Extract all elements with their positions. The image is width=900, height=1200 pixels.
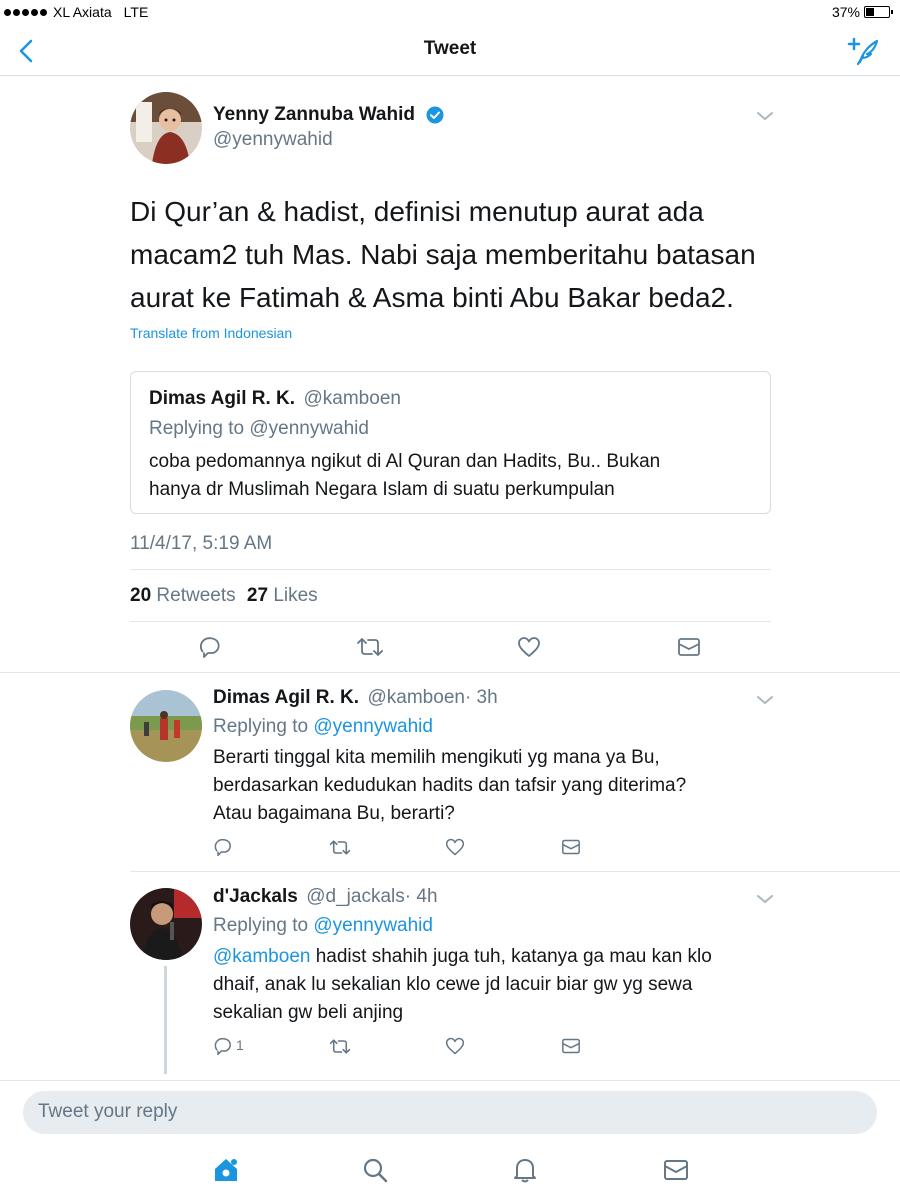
- like-heart-icon[interactable]: [445, 1036, 465, 1056]
- avatar[interactable]: [130, 888, 202, 960]
- search-icon[interactable]: [362, 1157, 388, 1183]
- like-heart-icon[interactable]: [445, 837, 465, 857]
- replying-to: Replying to @yennywahid: [213, 915, 433, 937]
- reply-text-line: @kamboen hadist shahih juga tuh, katanya…: [213, 943, 853, 971]
- reply-time: · 3h: [464, 687, 498, 708]
- reply-text-line: sekalian gw beli anjing: [213, 1002, 404, 1023]
- tweet-timestamp: 11/4/17, 5:19 AM: [130, 533, 273, 554]
- direct-message-icon[interactable]: [561, 838, 581, 856]
- quoted-replying-to: Replying to @yennywahid: [149, 418, 369, 439]
- compose-tweet-icon[interactable]: [846, 36, 880, 66]
- reply-author-handle[interactable]: @kamboen: [368, 687, 465, 708]
- reply-composer: Tweet your reply: [0, 1080, 900, 1144]
- reply-header: d'Jackals @d_jackals· 4h: [213, 886, 438, 908]
- reply-icon[interactable]: [213, 837, 233, 857]
- bell-icon[interactable]: [513, 1156, 537, 1184]
- reply-icon[interactable]: [198, 635, 222, 659]
- reply-text: @kamboen hadist shahih juga tuh, katanya…: [213, 943, 853, 1027]
- reply-author-handle[interactable]: @d_jackals: [306, 886, 405, 907]
- home-icon[interactable]: [212, 1156, 240, 1184]
- reply-text: Berarti tinggal kita memilih mengikuti y…: [213, 744, 813, 828]
- battery-percent: 37%: [831, 4, 860, 20]
- like-heart-icon[interactable]: [517, 635, 541, 659]
- chevron-down-icon[interactable]: [756, 110, 774, 122]
- replying-to-handle[interactable]: @yennywahid: [313, 915, 433, 936]
- avatar[interactable]: [130, 690, 202, 762]
- quoted-text: coba pedomannya ngikut di Al Quran dan H…: [149, 448, 759, 504]
- chevron-down-icon[interactable]: [756, 694, 774, 706]
- quoted-author-name: Dimas Agil R. K.: [149, 388, 296, 409]
- signal-strength-icon: [4, 8, 47, 16]
- tab-bar: [0, 1144, 900, 1200]
- tweet-text-line: aurat ke Fatimah & Asma binti Abu Bakar …: [130, 282, 734, 313]
- reply-text-segment: hadist shahih juga tuh, katanya ga mau k…: [310, 946, 712, 967]
- carrier-name: XL Axiata: [53, 4, 112, 20]
- likes-count: 27: [246, 585, 269, 606]
- reply-header: Dimas Agil R. K. @kamboen· 3h: [213, 687, 498, 709]
- battery-icon: [864, 6, 893, 18]
- direct-message-icon[interactable]: [561, 1037, 581, 1055]
- replying-to-label: Replying to: [213, 716, 309, 737]
- reply-text-line: Atau bagaimana Bu, berarti?: [213, 803, 455, 824]
- reply-author-name[interactable]: Dimas Agil R. K.: [213, 687, 359, 708]
- divider: [0, 672, 900, 673]
- retweet-icon[interactable]: [356, 635, 384, 659]
- quoted-author-handle: @kamboen: [303, 388, 401, 409]
- reply-icon[interactable]: [213, 1036, 233, 1056]
- reply-author-name[interactable]: d'Jackals: [213, 886, 298, 907]
- reply-count: 1: [236, 1037, 244, 1053]
- retweets-label: Retweets: [156, 585, 236, 606]
- replying-to-label: Replying to: [213, 915, 309, 936]
- retweets-stat[interactable]: 20 Retweets: [130, 585, 236, 606]
- status-bar: XL Axiata LTE 37%: [0, 0, 900, 26]
- likes-label: Likes: [273, 585, 318, 606]
- reply-time: · 4h: [404, 886, 438, 907]
- reply-text-line: berdasarkan kedudukan hadits dan tafsir …: [213, 775, 687, 796]
- tweet-text-line: Di Qur’an & hadist, definisi menutup aur…: [130, 196, 704, 227]
- chevron-down-icon[interactable]: [756, 893, 774, 905]
- direct-message-icon[interactable]: [677, 636, 701, 658]
- replying-to-handle[interactable]: @yennywahid: [313, 716, 433, 737]
- tweet-stats: 20 Retweets 27 Likes: [130, 585, 318, 607]
- reply-text-line: Berarti tinggal kita memilih mengikuti y…: [213, 747, 660, 768]
- divider: [130, 871, 900, 872]
- mail-icon[interactable]: [663, 1159, 689, 1181]
- verified-badge-icon: [426, 106, 444, 124]
- reply-text-line: dhaif, anak lu sekalian klo cewe jd lacu…: [213, 974, 693, 995]
- page-title: Tweet: [423, 38, 477, 59]
- retweet-icon[interactable]: [329, 1037, 351, 1056]
- quoted-tweet-card[interactable]: Dimas Agil R. K. @kamboen Replying to @y…: [130, 371, 771, 514]
- quoted-text-line: coba pedomannya ngikut di Al Quran dan H…: [149, 451, 661, 472]
- retweets-count: 20: [130, 585, 152, 606]
- translate-link[interactable]: Translate from Indonesian: [130, 325, 292, 341]
- author-handle[interactable]: @yennywahid: [213, 129, 333, 151]
- likes-stat[interactable]: 27 Likes: [247, 585, 318, 606]
- network-type: LTE: [123, 4, 149, 20]
- tweet-text-line: macam2 tuh Mas. Nabi saja memberitahu ba…: [130, 239, 756, 270]
- tweet-text: Di Qur’an & hadist, definisi menutup aur…: [130, 190, 790, 319]
- avatar[interactable]: [130, 92, 202, 164]
- retweet-icon[interactable]: [329, 838, 351, 857]
- thread-connector: [164, 966, 167, 1074]
- replying-to: Replying to @yennywahid: [213, 716, 433, 738]
- nav-bar: Tweet: [0, 26, 900, 76]
- mention-link[interactable]: @kamboen: [213, 946, 310, 967]
- author-name[interactable]: Yenny Zannuba Wahid: [213, 104, 415, 126]
- reply-input[interactable]: Tweet your reply: [23, 1091, 877, 1134]
- divider: [130, 569, 771, 570]
- quoted-text-line: hanya dr Muslimah Negara Islam di suatu …: [149, 479, 615, 500]
- divider: [130, 621, 771, 622]
